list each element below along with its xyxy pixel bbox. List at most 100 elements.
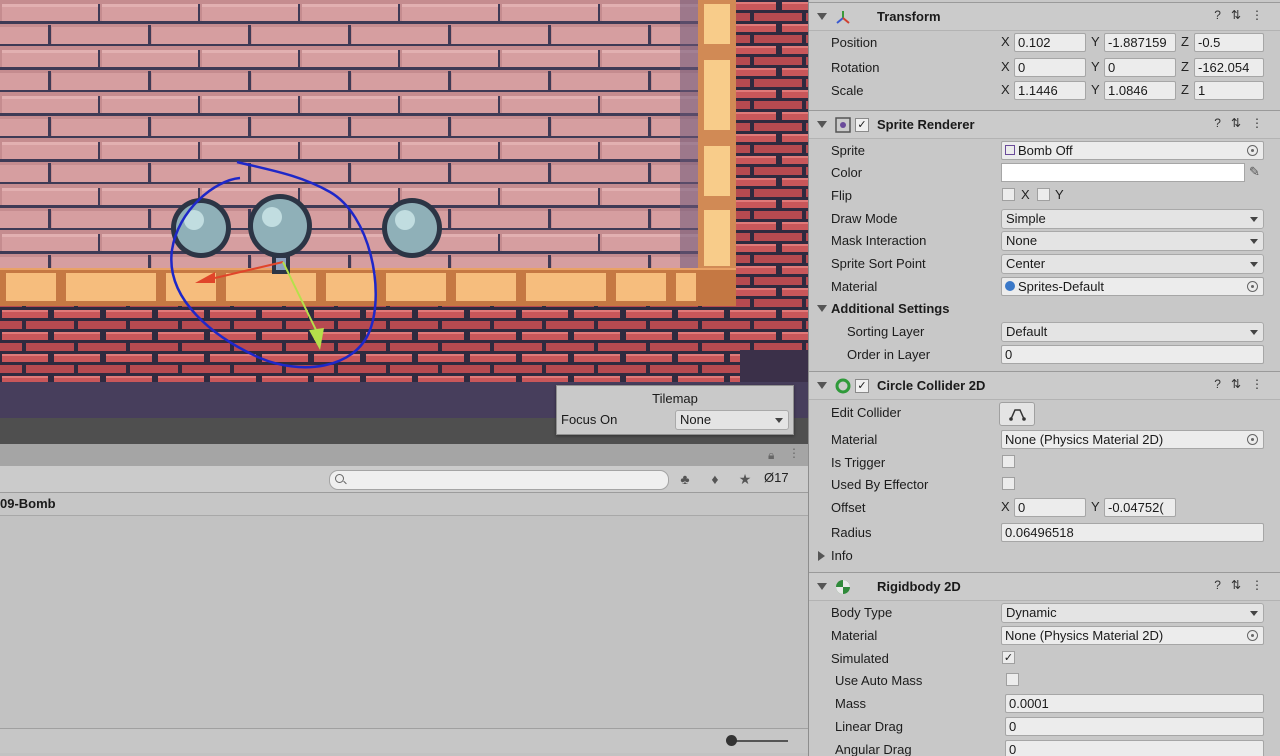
filter-by-label-icon[interactable]: ♦ — [706, 470, 724, 488]
rigidbody-header[interactable]: Rigidbody 2D ?⇅⋮ — [809, 572, 1280, 601]
radius-field[interactable]: 0.06496518 — [1001, 523, 1264, 542]
object-picker-icon[interactable] — [1247, 281, 1258, 292]
project-panel: 🔒︎ ⋮ ♣ ♦ ★ Ø17 09-Bomb — [0, 444, 808, 756]
info-row[interactable]: Info — [809, 545, 1280, 567]
axis-x-label: X — [1001, 34, 1010, 49]
is-trigger-checkbox[interactable] — [1002, 455, 1015, 468]
search-input[interactable] — [329, 470, 669, 490]
used-by-effector-checkbox[interactable] — [1002, 477, 1015, 490]
use-auto-mass-row: Use Auto Mass — [809, 670, 1280, 692]
use-auto-mass-checkbox[interactable] — [1006, 673, 1019, 686]
focus-on-label: Focus On — [561, 412, 618, 427]
hidden-packages-count[interactable]: Ø17 — [764, 470, 789, 485]
fold-arrow-icon[interactable] — [817, 121, 827, 128]
flip-row: Flip X Y — [809, 185, 1280, 207]
component-header-icons[interactable]: ?⇅⋮ — [1214, 116, 1273, 130]
lock-icon[interactable]: 🔒︎ — [768, 448, 774, 463]
mask-interaction-dropdown[interactable]: None — [1001, 231, 1264, 251]
use-auto-mass-label: Use Auto Mass — [835, 673, 923, 688]
mask-interaction-row: Mask Interaction None — [809, 230, 1280, 252]
rotation-z-field[interactable]: -162.054 — [1194, 58, 1264, 77]
order-in-layer-field[interactable]: 0 — [1001, 345, 1264, 364]
chevron-down-icon — [1250, 611, 1258, 616]
axis-y-label: Y — [1091, 34, 1100, 49]
axis-x-label: X — [1001, 59, 1010, 74]
angular-drag-row: Angular Drag 0 — [809, 739, 1280, 756]
sprite-label: Sprite — [831, 143, 865, 158]
transform-header[interactable]: Transform ?⇅⋮ — [809, 2, 1280, 31]
breadcrumb-folder[interactable]: 09-Bomb — [0, 496, 56, 511]
scene-canvas[interactable] — [0, 0, 808, 444]
component-header-icons[interactable]: ?⇅⋮ — [1214, 8, 1273, 22]
eye-slash-icon: Ø — [764, 470, 775, 485]
sprite-renderer-header[interactable]: ✓ Sprite Renderer ?⇅⋮ — [809, 110, 1280, 139]
offset-row: Offset X 0 Y -0.04752( — [809, 497, 1280, 519]
mass-field[interactable]: 0.0001 — [1005, 694, 1264, 713]
circle-collider-enabled-checkbox[interactable]: ✓ — [855, 379, 869, 393]
kebab-menu-icon[interactable]: ⋮ — [788, 446, 800, 460]
object-picker-icon[interactable] — [1247, 630, 1258, 641]
flip-x-checkbox[interactable] — [1002, 188, 1015, 201]
sprite-renderer-icon — [835, 117, 851, 133]
offset-x-field[interactable]: 0 — [1014, 498, 1086, 517]
sprite-object-field[interactable]: Bomb Off — [1001, 141, 1264, 160]
chevron-down-icon — [1250, 217, 1258, 222]
zoom-slider-track[interactable] — [730, 740, 788, 742]
rotation-y-field[interactable]: 0 — [1104, 58, 1176, 77]
circle-collider-icon — [835, 378, 851, 394]
position-x-field[interactable]: 0.102 — [1014, 33, 1086, 52]
body-type-dropdown[interactable]: Dynamic — [1001, 603, 1264, 623]
sorting-layer-dropdown[interactable]: Default — [1001, 322, 1264, 342]
fold-arrow-icon[interactable] — [817, 583, 827, 590]
sprite-sort-point-dropdown[interactable]: Center — [1001, 254, 1264, 274]
sprite-material-field[interactable]: Sprites-Default — [1001, 277, 1264, 296]
rigidbody-icon — [836, 580, 850, 594]
linear-drag-row: Linear Drag 0 — [809, 716, 1280, 738]
axis-x-label: X — [1001, 82, 1010, 97]
fold-arrow-icon[interactable] — [817, 382, 827, 389]
linear-drag-field[interactable]: 0 — [1005, 717, 1264, 736]
bomb-sprite-right — [382, 198, 442, 258]
scale-x-field[interactable]: 1.1446 — [1014, 81, 1086, 100]
filter-by-type-icon[interactable]: ♣ — [676, 470, 694, 488]
component-header-icons[interactable]: ?⇅⋮ — [1214, 377, 1273, 391]
draw-mode-label: Draw Mode — [831, 211, 898, 226]
object-picker-icon[interactable] — [1247, 145, 1258, 156]
zoom-slider-handle[interactable] — [726, 735, 737, 746]
panel-tab-bar: 🔒︎ ⋮ — [0, 444, 808, 466]
rotation-x-field[interactable]: 0 — [1014, 58, 1086, 77]
favorite-star-icon[interactable]: ★ — [736, 470, 754, 488]
component-header-icons[interactable]: ?⇅⋮ — [1214, 578, 1273, 592]
sprite-renderer-title: Sprite Renderer — [877, 117, 975, 132]
sorting-layer-row: Sorting Layer Default — [809, 321, 1280, 343]
axis-z-label: Z — [1181, 34, 1189, 49]
rigidbody-material-value: None (Physics Material 2D) — [1005, 628, 1164, 643]
object-picker-icon[interactable] — [1247, 434, 1258, 445]
collider-material-field[interactable]: None (Physics Material 2D) — [1001, 430, 1264, 449]
color-swatch[interactable] — [1001, 163, 1245, 182]
draw-mode-dropdown[interactable]: Simple — [1001, 209, 1264, 229]
position-z-field[interactable]: -0.5 — [1194, 33, 1264, 52]
focus-on-dropdown[interactable]: None — [675, 410, 789, 430]
position-label: Position — [831, 35, 878, 50]
flip-y-checkbox[interactable] — [1037, 188, 1050, 201]
fold-arrow-icon[interactable] — [817, 305, 827, 312]
angular-drag-field[interactable]: 0 — [1005, 740, 1264, 756]
additional-settings-row[interactable]: Additional Settings — [809, 298, 1280, 320]
circle-collider-header[interactable]: ✓ Circle Collider 2D ?⇅⋮ — [809, 371, 1280, 400]
simulated-checkbox[interactable]: ✓ — [1002, 651, 1015, 664]
scale-z-field[interactable]: 1 — [1194, 81, 1264, 100]
eyedropper-icon[interactable]: ✎ — [1249, 164, 1260, 180]
chevron-down-icon — [1250, 262, 1258, 267]
sprite-sort-point-value: Center — [1006, 256, 1046, 271]
expand-arrow-icon[interactable] — [818, 551, 825, 561]
scene-view[interactable]: Tilemap Focus On None — [0, 0, 808, 444]
fold-arrow-icon[interactable] — [817, 13, 827, 20]
scale-y-field[interactable]: 1.0846 — [1104, 81, 1176, 100]
sprite-renderer-enabled-checkbox[interactable]: ✓ — [855, 118, 869, 132]
rigidbody-material-field[interactable]: None (Physics Material 2D) — [1001, 626, 1264, 645]
position-y-field[interactable]: -1.887159 — [1104, 33, 1176, 52]
offset-label: Offset — [831, 500, 866, 515]
offset-y-field[interactable]: -0.04752( — [1104, 498, 1176, 517]
edit-collider-button[interactable] — [999, 402, 1035, 426]
